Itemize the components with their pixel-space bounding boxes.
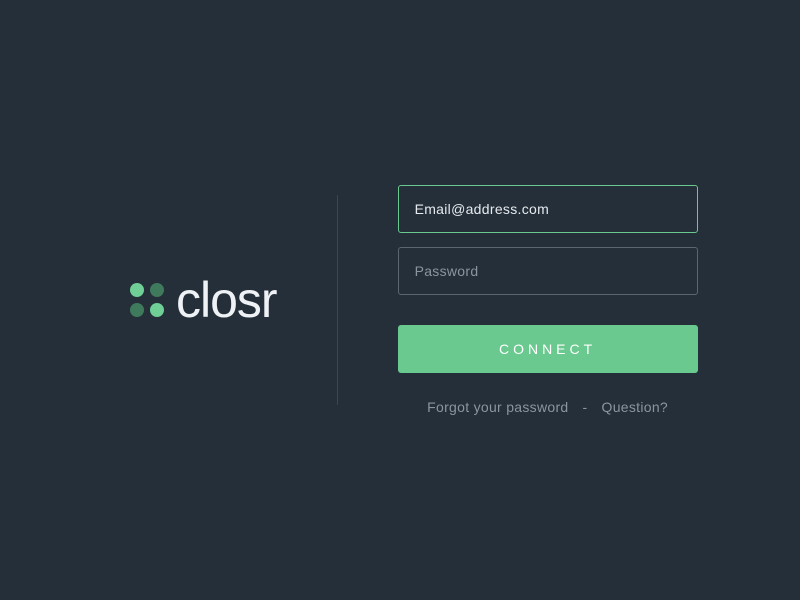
forgot-password-link[interactable]: Forgot your password xyxy=(427,399,568,415)
brand-logo: closr xyxy=(130,275,277,325)
brand-section: closr xyxy=(130,275,337,325)
email-field[interactable] xyxy=(398,185,698,233)
login-form: CONNECT Forgot your password - Question? xyxy=(338,185,710,415)
password-field[interactable] xyxy=(398,247,698,295)
link-separator: - xyxy=(583,399,588,415)
auxiliary-links: Forgot your password - Question? xyxy=(398,399,698,415)
brand-wordmark: closr xyxy=(176,275,277,325)
brand-dots-icon xyxy=(130,283,164,317)
login-container: closr CONNECT Forgot your password - Que… xyxy=(0,185,800,415)
question-link[interactable]: Question? xyxy=(602,399,669,415)
connect-button[interactable]: CONNECT xyxy=(398,325,698,373)
